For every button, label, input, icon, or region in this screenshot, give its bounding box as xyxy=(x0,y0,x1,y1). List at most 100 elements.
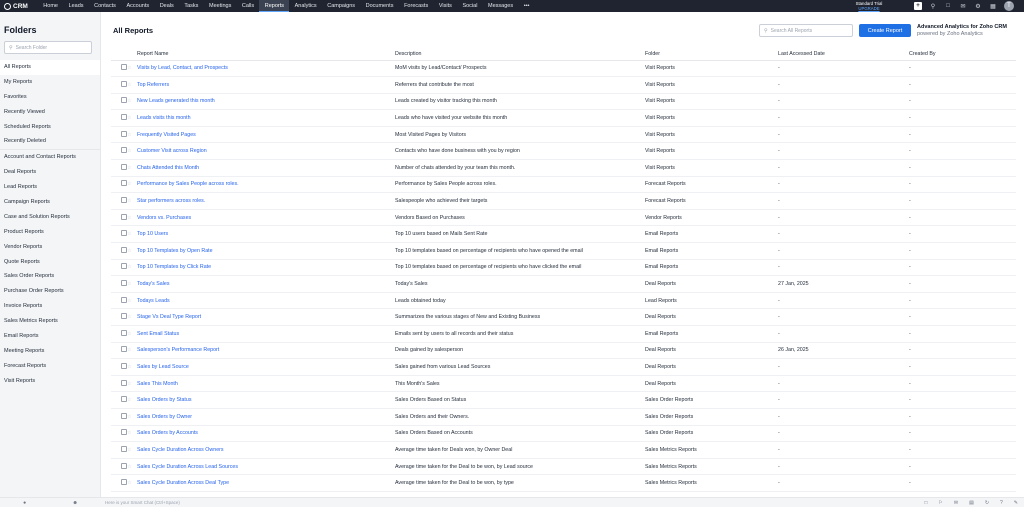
table-row[interactable]: ☆ Vendors vs. Purchases Vendors Based on P… xyxy=(111,209,1016,227)
favorite-star-icon[interactable]: ☆ xyxy=(127,225,137,244)
favorite-star-icon[interactable]: ☆ xyxy=(127,308,137,326)
email-icon[interactable]: ✉ xyxy=(954,500,958,506)
sidebar-item-favorites[interactable]: Favorites xyxy=(0,90,100,105)
sidebar-item-campaign-reports[interactable]: Campaign Reports xyxy=(0,195,100,210)
favorite-star-icon[interactable]: ☆ xyxy=(127,342,137,360)
table-row[interactable]: ☆ Visits by Lead, Contact, and Prospects M… xyxy=(111,60,1016,78)
sidebar-item-case-and-solution-reports[interactable]: Case and Solution Reports xyxy=(0,210,100,225)
favorite-star-icon[interactable]: ☆ xyxy=(127,292,137,310)
favorite-star-icon[interactable]: ☆ xyxy=(127,93,137,111)
trial-badge[interactable]: Standard Trial UPGRADE xyxy=(852,0,886,12)
nav-tab-accounts[interactable]: Accounts xyxy=(121,0,154,12)
table-row[interactable]: ☆ Top 10 Templates by Open Rate Top 10 tem… xyxy=(111,242,1016,260)
contacts-icon[interactable]: ☻ xyxy=(73,500,78,506)
nav-tab-calls[interactable]: Calls xyxy=(237,0,260,12)
favorite-star-icon[interactable]: ☆ xyxy=(127,259,137,277)
table-row[interactable]: ☆ Top 10 Templates by Click Rate Top 10 te… xyxy=(111,259,1016,277)
nav-tab-social[interactable]: Social xyxy=(457,0,483,12)
advanced-analytics-link[interactable]: Advanced Analytics for Zoho CRM powered … xyxy=(917,24,1007,37)
table-row[interactable]: ☆ Star performers across roles. Salespeopl… xyxy=(111,192,1016,210)
reminder-icon[interactable]: ⚐ xyxy=(938,500,942,506)
nav-tab-leads[interactable]: Leads xyxy=(63,0,89,12)
crm-logo[interactable]: CRM xyxy=(0,2,38,10)
nav-tab--[interactable]: ••• xyxy=(518,0,534,12)
feed-icon[interactable]: ▤ xyxy=(969,500,974,506)
favorite-star-icon[interactable]: ☆ xyxy=(127,109,137,127)
messages-icon[interactable]: ✉ xyxy=(959,2,967,10)
favorite-star-icon[interactable]: ☆ xyxy=(127,242,137,260)
favorite-star-icon[interactable]: ☆ xyxy=(127,375,137,393)
table-row[interactable]: ☆ Todays Leads Leads obtained today Lead Re… xyxy=(111,292,1016,310)
folder-search-input[interactable]: ⚲ Search Folder xyxy=(4,41,92,54)
table-row[interactable]: ☆ Performance by Sales People across role… xyxy=(111,176,1016,194)
sidebar-item-vendor-reports[interactable]: Vendor Reports xyxy=(0,240,100,255)
report-name-link[interactable]: Vendors vs. Purchases xyxy=(137,215,191,221)
favorite-star-icon[interactable]: ☆ xyxy=(127,60,137,78)
sidebar-item-meeting-reports[interactable]: Meeting Reports xyxy=(0,344,100,359)
table-row[interactable]: ☆ Sales Cycle Duration Across Deal Type Av… xyxy=(111,474,1016,492)
report-name-link[interactable]: Top 10 Templates by Open Rate xyxy=(137,248,213,254)
sidebar-item-recently-deleted[interactable]: Recently Deleted xyxy=(0,134,100,149)
sidebar-item-purchase-order-reports[interactable]: Purchase Order Reports xyxy=(0,284,100,299)
help-icon[interactable]: ? xyxy=(1000,500,1003,506)
favorite-star-icon[interactable]: ☆ xyxy=(127,192,137,210)
favorite-star-icon[interactable]: ☆ xyxy=(127,76,137,94)
col-description[interactable]: Description xyxy=(395,48,645,61)
nav-tab-visits[interactable]: Visits xyxy=(434,0,458,12)
nav-tab-deals[interactable]: Deals xyxy=(154,0,179,12)
report-name-link[interactable]: Sent Email Status xyxy=(137,331,179,337)
apps-icon[interactable]: ▦ xyxy=(989,2,997,10)
report-name-link[interactable]: Top Referrers xyxy=(137,82,169,88)
table-row[interactable]: ☆ Sales Orders by Status Sales Orders Base… xyxy=(111,391,1016,409)
report-search-input[interactable]: ⚲ Search All Reports xyxy=(759,24,853,37)
favorite-star-icon[interactable]: ☆ xyxy=(127,358,137,376)
user-avatar[interactable]: T xyxy=(1004,1,1014,11)
favorite-star-icon[interactable]: ☆ xyxy=(127,126,137,144)
favorite-star-icon[interactable]: ☆ xyxy=(127,325,137,343)
report-name-link[interactable]: Today's Sales xyxy=(137,281,170,287)
report-name-link[interactable]: Sales Orders by Accounts xyxy=(137,430,198,436)
nav-tab-messages[interactable]: Messages xyxy=(483,0,519,12)
report-name-link[interactable]: Top 10 Users xyxy=(137,231,168,237)
report-name-link[interactable]: Sales by Lead Source xyxy=(137,364,189,370)
report-name-link[interactable]: Sales This Month xyxy=(137,381,178,387)
smart-chat-input[interactable]: Here is your Smart Chat (Ctrl+Space) xyxy=(101,500,180,505)
favorite-star-icon[interactable]: ☆ xyxy=(127,275,137,293)
settings-icon[interactable]: ⚙ xyxy=(974,2,982,10)
nav-tab-campaigns[interactable]: Campaigns xyxy=(322,0,360,12)
favorite-star-icon[interactable]: ☆ xyxy=(127,391,137,409)
report-name-link[interactable]: Sales Cycle Duration Across Owners xyxy=(137,447,224,453)
favorite-star-icon[interactable]: ☆ xyxy=(127,176,137,194)
report-name-link[interactable]: Customer Visit across Region xyxy=(137,148,207,154)
notes-icon[interactable]: □ xyxy=(924,500,927,506)
sidebar-item-deal-reports[interactable]: Deal Reports xyxy=(0,165,100,180)
chat-icon[interactable]: ● xyxy=(23,500,26,506)
sidebar-item-sales-metrics-reports[interactable]: Sales Metrics Reports xyxy=(0,314,100,329)
calendar-icon[interactable]: □ xyxy=(944,2,952,10)
favorite-star-icon[interactable]: ☆ xyxy=(127,408,137,426)
table-row[interactable]: ☆ New Leads generated this month Leads cre… xyxy=(111,93,1016,111)
nav-tab-tasks[interactable]: Tasks xyxy=(179,0,204,12)
nav-tab-contacts[interactable]: Contacts xyxy=(89,0,121,12)
report-name-link[interactable]: Sales Orders by Owner xyxy=(137,414,192,420)
col-last-accessed[interactable]: Last Accessed Date xyxy=(778,48,909,61)
sidebar-item-recently-viewed[interactable]: Recently Viewed xyxy=(0,105,100,120)
favorite-star-icon[interactable]: ☆ xyxy=(127,209,137,227)
sidebar-item-all-reports[interactable]: All Reports xyxy=(0,60,100,75)
table-row[interactable]: ☆ Stage Vs Deal Type Report Summarizes the… xyxy=(111,308,1016,326)
feedback-icon[interactable]: ✎ xyxy=(1014,500,1018,506)
report-name-link[interactable]: Performance by Sales People across roles… xyxy=(137,181,239,187)
report-name-link[interactable]: Top 10 Templates by Click Rate xyxy=(137,264,211,270)
sidebar-item-lead-reports[interactable]: Lead Reports xyxy=(0,180,100,195)
create-report-button[interactable]: Create Report xyxy=(859,24,911,37)
nav-tab-meetings[interactable]: Meetings xyxy=(204,0,237,12)
favorite-star-icon[interactable]: ☆ xyxy=(127,458,137,476)
nav-tab-documents[interactable]: Documents xyxy=(360,0,398,12)
search-icon[interactable]: ⚲ xyxy=(929,2,937,10)
report-name-link[interactable]: Chats Attended this Month xyxy=(137,165,199,171)
report-name-link[interactable]: Todays Leads xyxy=(137,298,170,304)
favorite-star-icon[interactable]: ☆ xyxy=(127,159,137,177)
report-name-link[interactable]: Salesperson's Performance Report xyxy=(137,347,219,353)
table-row[interactable]: ☆ Sales Cycle Duration Across Owners Avera… xyxy=(111,441,1016,459)
table-row[interactable]: ☆ Sales This Month This Month's Sales Deal … xyxy=(111,375,1016,393)
